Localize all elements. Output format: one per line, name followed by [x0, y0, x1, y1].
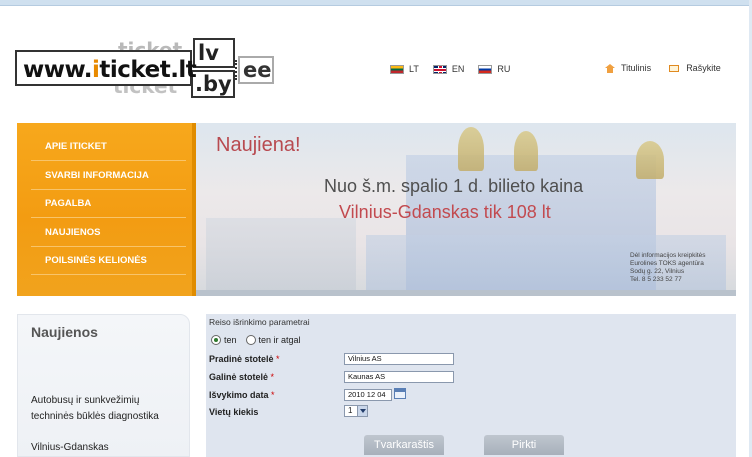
- to-field[interactable]: Kaunas AS: [344, 371, 454, 383]
- banner-headline: Nuo š.m. spalio 1 d. bilieto kaina: [324, 176, 584, 196]
- home-icon: [605, 63, 615, 73]
- seats-label: Vietų kiekis: [209, 407, 259, 417]
- dome-shape: [636, 141, 664, 179]
- buy-button[interactable]: Pirkti: [484, 435, 564, 455]
- seats-select[interactable]: 1: [344, 405, 368, 417]
- trip-search-form: Reiso išrinkimo parametrai ten ten ir at…: [206, 314, 736, 457]
- menu-item-news[interactable]: NAUJIENOS: [31, 219, 186, 247]
- banner-contact: Dėl informacijos kreipkitės Eurolines TO…: [630, 252, 706, 283]
- write-link[interactable]: Rašykite: [669, 63, 721, 73]
- home-link[interactable]: Titulinis: [605, 63, 651, 73]
- browser-top-edge: [0, 0, 752, 6]
- news-title: Naujienos: [31, 324, 98, 340]
- menu-item-holiday-trips[interactable]: POILSINĖS KELIONĖS: [31, 247, 186, 275]
- date-label: Išvykimo data *: [209, 390, 275, 400]
- radio-one-way[interactable]: [211, 335, 221, 345]
- news-panel: Naujienos Autobusų ir sunkvežimių techni…: [17, 314, 190, 457]
- schedule-button[interactable]: Tvarkaraštis: [364, 435, 444, 455]
- from-label: Pradinė stotelė *: [209, 354, 280, 364]
- radio-return[interactable]: [245, 335, 256, 345]
- menu-item-about[interactable]: APIE ITICKET: [31, 133, 186, 161]
- building-shape: [206, 218, 356, 296]
- language-ru[interactable]: RU: [478, 64, 510, 74]
- menu-item-help[interactable]: PAGALBA: [31, 190, 186, 218]
- main-menu: APIE ITICKET SVARBI INFORMACIJA PAGALBA …: [17, 123, 194, 296]
- banner-badge: Naujiena!: [216, 134, 301, 156]
- menu-item-important-info[interactable]: SVARBI INFORMACIJA: [31, 162, 186, 190]
- to-label: Galinė stotelė *: [209, 372, 275, 382]
- dome-shape: [514, 131, 538, 171]
- language-en[interactable]: EN: [432, 64, 464, 74]
- banner-shadow: [196, 290, 736, 296]
- language-switcher: LT EN RU: [390, 64, 510, 74]
- mail-icon: [669, 64, 680, 72]
- content-area: Naujienos Autobusų ir sunkvežimių techni…: [17, 314, 736, 457]
- uk-flag-icon: [432, 64, 447, 74]
- chevron-down-icon: [357, 406, 367, 416]
- form-title: Reiso išrinkimo parametrai: [209, 317, 310, 327]
- trip-type: ten ten ir atgal: [211, 335, 307, 345]
- dome-shape: [458, 127, 484, 171]
- logo-ee-tag: ee: [238, 56, 274, 84]
- site-logo[interactable]: ticket ticket lv .by ee www.iticket.lt: [15, 38, 274, 98]
- date-field[interactable]: 2010 12 04: [344, 389, 392, 401]
- calendar-icon[interactable]: [394, 388, 406, 399]
- news-item[interactable]: Vilnius-Gdanskas: [31, 442, 109, 453]
- ru-flag-icon: [478, 64, 493, 74]
- logo-lv-tag: lv: [193, 38, 235, 68]
- logo-main-tag: www.iticket.lt: [15, 50, 197, 86]
- logo-by-tag: .by: [191, 70, 235, 98]
- banner-price: Vilnius-Gdanskas tik 108 lt: [339, 202, 551, 222]
- lt-flag-icon: [390, 64, 404, 74]
- news-item[interactable]: Autobusų ir sunkvežimių techninės būklės…: [31, 393, 181, 425]
- language-lt[interactable]: LT: [390, 64, 419, 74]
- top-links: Titulinis Rašykite: [605, 63, 721, 73]
- banner: APIE ITICKET SVARBI INFORMACIJA PAGALBA …: [17, 123, 736, 296]
- from-field[interactable]: Vilnius AS: [344, 353, 454, 365]
